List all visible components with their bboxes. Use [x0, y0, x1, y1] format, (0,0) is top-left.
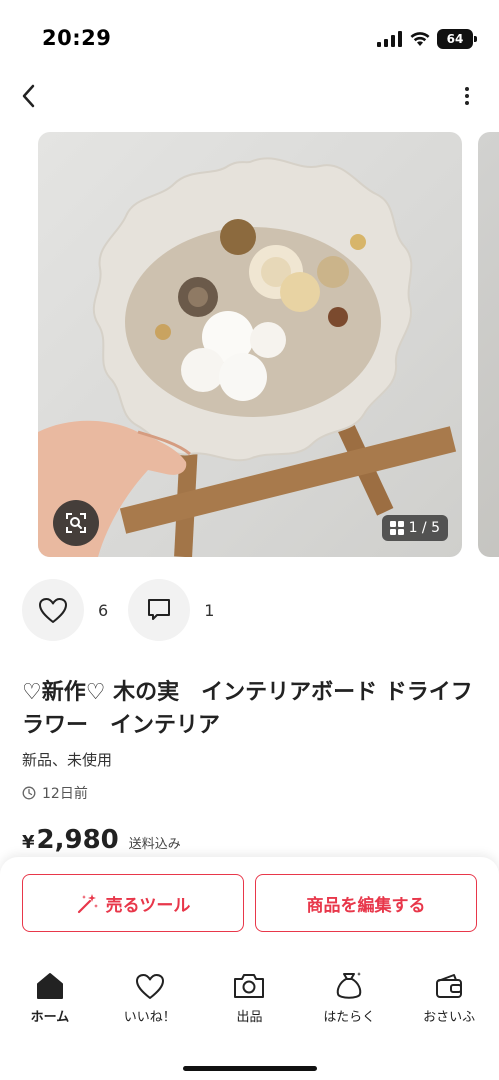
more-dot-icon: [465, 94, 469, 98]
tab-wallet[interactable]: おさいふ: [399, 970, 499, 1040]
tab-likes-label: いいね！: [123, 1010, 176, 1025]
more-dot-icon: [465, 101, 469, 105]
wifi-icon: [410, 32, 430, 46]
grid-icon: [389, 521, 404, 535]
status-time: 20:29: [42, 26, 112, 50]
photo-counter[interactable]: 1 / 5: [381, 515, 448, 541]
product-photo-illustration: [38, 157, 457, 557]
battery-indicator: 64: [437, 29, 477, 49]
money-bag-icon: [337, 972, 362, 999]
heart-icon: [39, 597, 67, 623]
status-bar: 20:29 64: [0, 0, 499, 70]
signal-icon: [377, 31, 402, 47]
image-search-button[interactable]: [53, 500, 99, 546]
tab-home-label: ホーム: [30, 1010, 70, 1025]
photo-carousel[interactable]: 1 / 5: [0, 132, 499, 558]
status-icons: 64: [377, 29, 477, 49]
tab-work[interactable]: はたらく: [299, 970, 399, 1040]
posted-time: 12日前: [22, 783, 88, 803]
tab-likes[interactable]: いいね！: [100, 970, 200, 1040]
home-icon: [36, 973, 63, 999]
tab-listing[interactable]: 出品: [200, 970, 300, 1040]
shipping-note: 送料込み: [128, 837, 181, 852]
like-count: 6: [98, 600, 109, 620]
heart-icon: [135, 973, 164, 999]
camera-icon: [234, 974, 265, 998]
sell-tool-label: 売るツール: [105, 895, 191, 916]
tab-work-label: はたらく: [323, 1010, 376, 1025]
edit-item-button[interactable]: 商品を編集する: [255, 874, 477, 932]
tab-bar: ホーム いいね！ 出品 はたらく おさいふ: [0, 970, 499, 1040]
item-title: ♡新作♡ 木の実 インテリアボード ドライフラワー インテリア: [22, 680, 473, 738]
product-photo[interactable]: 1 / 5: [38, 132, 462, 557]
comment-button[interactable]: [128, 579, 191, 641]
price-amount: 2,980: [36, 825, 119, 855]
edit-item-label: 商品を編集する: [306, 895, 426, 916]
price: ¥ 2,980 送料込み: [22, 825, 181, 855]
chevron-left-icon: [22, 84, 35, 108]
action-sheet: 売るツール 商品を編集する: [0, 857, 499, 1080]
tab-home[interactable]: ホーム: [0, 970, 100, 1040]
magic-wand-icon: [77, 894, 98, 914]
wallet-icon: [436, 974, 463, 998]
comment-count: 1: [204, 600, 215, 620]
back-button[interactable]: [14, 80, 42, 112]
next-photo-peek[interactable]: [478, 132, 499, 557]
more-options-button[interactable]: [457, 82, 477, 110]
sell-tool-button[interactable]: 売るツール: [22, 874, 244, 932]
home-indicator: [183, 1066, 317, 1071]
more-dot-icon: [465, 87, 469, 91]
like-button[interactable]: [22, 579, 84, 641]
tab-wallet-label: おさいふ: [423, 1010, 476, 1025]
item-condition: 新品、未使用: [22, 751, 113, 769]
posted-time-label: 12日前: [42, 786, 88, 802]
photo-counter-label: 1 / 5: [408, 520, 440, 536]
clock-icon: [22, 786, 36, 800]
comment-icon: [148, 599, 171, 620]
tab-listing-label: 出品: [236, 1010, 263, 1025]
engagement-bar: 6 1: [22, 579, 234, 641]
currency-symbol: ¥: [22, 832, 35, 853]
image-search-icon: [66, 513, 86, 533]
